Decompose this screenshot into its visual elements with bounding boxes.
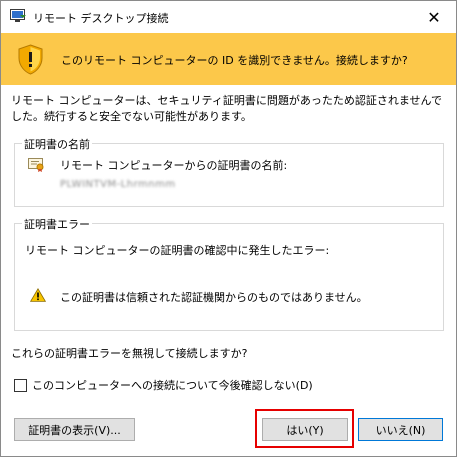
description-text: リモート コンピューターは、セキュリティ証明書に問題があったため認証されませんで… <box>11 94 442 123</box>
cert-error-group: 証明書エラー リモート コンピューターの証明書の確認中に発生したエラー: この証… <box>14 216 444 331</box>
cert-error-group-title: 証明書エラー <box>22 216 92 232</box>
dont-ask-label[interactable]: このコンピューターへの接続について今後確認しない(D) <box>32 377 313 393</box>
no-button[interactable]: いいえ(N) <box>358 418 443 441</box>
warning-banner: このリモート コンピューターの ID を識別できません。接続しますか? <box>1 33 456 85</box>
cert-name-group: 証明書の名前 リモート コンピューターからの証明書の名前: PLWINTVM-L… <box>14 136 444 207</box>
title-bar: リモート デスクトップ接続 ✕ <box>1 1 456 33</box>
dont-ask-checkbox-row[interactable]: このコンピューターへの接続について今後確認しない(D) <box>14 377 313 393</box>
dont-ask-checkbox[interactable] <box>14 378 27 392</box>
cert-name-label: リモート コンピューターからの証明書の名前: <box>60 159 288 172</box>
cert-error-label: リモート コンピューターの証明書の確認中に発生したエラー: <box>25 244 330 257</box>
dialog-window: リモート デスクトップ接続 ✕ このリモート コンピューターの ID を識別でき… <box>0 0 457 457</box>
certificate-icon <box>28 158 44 172</box>
shield-warning-icon <box>18 44 43 75</box>
ignore-question: これらの証明書エラーを無視して接続しますか? <box>11 347 248 360</box>
window-title: リモート デスクトップ接続 <box>33 12 169 25</box>
remote-desktop-icon <box>10 9 26 22</box>
banner-message: このリモート コンピューターの ID を識別できません。接続しますか? <box>61 54 408 67</box>
close-button[interactable]: ✕ <box>412 1 456 33</box>
close-icon: ✕ <box>427 7 441 27</box>
cert-name-value: PLWINTVM-Lhrmnmm <box>60 179 176 190</box>
view-certificate-button[interactable]: 証明書の表示(V)... <box>14 418 135 441</box>
yes-button[interactable]: はい(Y) <box>262 418 348 441</box>
cert-error-text: この証明書は信頼された認証機関からのものではありません。 <box>60 291 368 304</box>
warning-icon <box>30 288 46 302</box>
cert-name-group-title: 証明書の名前 <box>22 136 92 152</box>
